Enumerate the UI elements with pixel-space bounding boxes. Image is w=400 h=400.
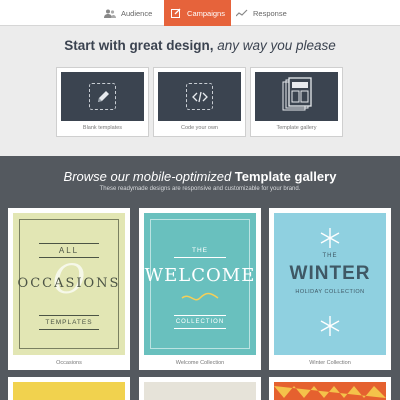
edit-icon: [170, 8, 182, 18]
tab-audience[interactable]: Audience: [104, 0, 152, 26]
bunting-decoration: [274, 386, 386, 398]
template-card-winter[interactable]: THE WINTER HOLIDAY COLLECTION Winter Col…: [269, 208, 391, 370]
template-card-yellow[interactable]: [8, 377, 130, 400]
pencil-icon: [89, 83, 116, 110]
top-tab-bar: Audience Campaigns Response: [0, 0, 400, 26]
people-icon: [104, 8, 116, 18]
winter-artwork: THE WINTER HOLIDAY COLLECTION: [274, 213, 386, 355]
divider: [39, 329, 99, 330]
winter-art-bottom: HOLIDAY COLLECTION: [295, 289, 365, 295]
welcome-art-bottom: COLLECTION: [175, 319, 225, 325]
template-card-occasions[interactable]: ALL O OCCASIONS TEMPLATES Occasions: [8, 208, 130, 370]
card-caption-welcome: Welcome Collection: [175, 360, 225, 366]
code-your-own-label: Code your own: [181, 125, 218, 131]
gallery-title-bold: Template gallery: [234, 169, 337, 184]
welcome-art-top: THE: [192, 247, 208, 254]
gallery-title-italic: Browse our mobile-optimized: [63, 169, 232, 184]
design-section: Start with great design, any way you ple…: [0, 26, 400, 156]
tab-campaigns[interactable]: Campaigns: [164, 0, 231, 26]
tab-response-label: Response: [253, 8, 287, 18]
welcome-art-big: WELCOME: [144, 265, 256, 286]
occasions-art-top: ALL: [58, 246, 80, 255]
templates-icon: [282, 77, 312, 116]
code-icon: [186, 83, 213, 110]
template-gallery-option[interactable]: Template gallery: [250, 67, 343, 137]
divider: [174, 257, 226, 258]
flourish-ornament: [144, 291, 256, 309]
template-card-orange[interactable]: [269, 377, 391, 400]
tab-audience-label: Audience: [121, 8, 153, 18]
code-your-own-thumbnail: [158, 72, 241, 121]
divider: [174, 328, 226, 329]
gallery-title: Browse our mobile-optimized Template gal…: [0, 169, 400, 184]
template-gallery-label: Template gallery: [276, 125, 317, 131]
winter-art-top: THE: [322, 253, 338, 259]
neutral-artwork: [144, 382, 256, 400]
occasions-artwork: ALL O OCCASIONS TEMPLATES: [13, 213, 125, 355]
snowflake-icon: [274, 227, 386, 254]
code-your-own-option[interactable]: Code your own: [153, 67, 246, 137]
template-card-neutral[interactable]: [139, 377, 261, 400]
blank-templates-thumbnail: [61, 72, 144, 121]
welcome-artwork: THE WELCOME COLLECTION: [144, 213, 256, 355]
tab-response[interactable]: Response: [236, 0, 287, 26]
blank-templates-option[interactable]: Blank templates: [56, 67, 149, 137]
tab-campaigns-label: Campaigns: [187, 8, 225, 18]
occasions-art-big: OCCASIONS: [17, 276, 121, 291]
card-caption-occasions: Occasions: [56, 360, 82, 366]
snowflake-icon: [274, 315, 386, 342]
design-title: Start with great design, any way you ple…: [0, 38, 400, 53]
card-caption-winter: Winter Collection: [309, 360, 351, 366]
divider: [39, 315, 99, 316]
template-card-welcome[interactable]: THE WELCOME COLLECTION Welcome Collectio…: [139, 208, 261, 370]
divider: [39, 243, 99, 244]
orange-artwork: [274, 382, 386, 400]
template-gallery-thumbnail: [255, 72, 338, 121]
occasions-art-bottom: TEMPLATES: [45, 319, 93, 326]
blank-templates-label: Blank templates: [82, 125, 123, 131]
winter-art-big: WINTER: [289, 263, 371, 284]
yellow-artwork: [13, 382, 125, 400]
divider: [174, 315, 226, 316]
gallery-subtitle: These readymade designs are responsive a…: [99, 186, 301, 192]
trend-icon: [236, 8, 248, 18]
design-title-italic: any way you please: [217, 38, 336, 53]
design-title-bold: Start with great design,: [64, 38, 214, 53]
